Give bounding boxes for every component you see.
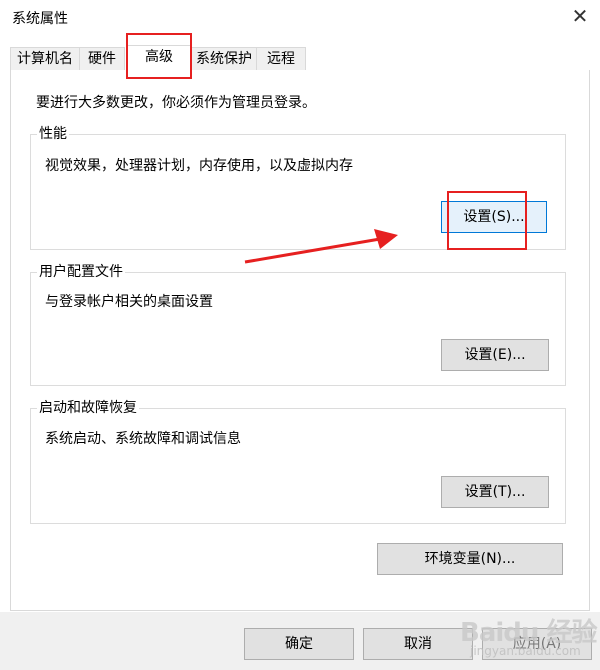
- tab-hardware[interactable]: 硬件: [79, 47, 125, 70]
- performance-settings-button[interactable]: 设置(S)...: [441, 201, 547, 233]
- ok-button[interactable]: 确定: [244, 628, 354, 660]
- window-title: 系统属性: [12, 11, 68, 27]
- dialog-footer: 确定 取消 应用(A): [0, 612, 600, 670]
- startup-recovery-settings-button[interactable]: 设置(T)...: [441, 476, 549, 508]
- startup-recovery-label: 启动和故障恢复: [37, 400, 139, 416]
- startup-recovery-description: 系统启动、系统故障和调试信息: [45, 431, 241, 447]
- tab-advanced[interactable]: 高级: [126, 45, 192, 72]
- tab-computer-name[interactable]: 计算机名: [10, 47, 80, 70]
- performance-description: 视觉效果，处理器计划，内存使用，以及虚拟内存: [45, 158, 353, 174]
- tab-strip: 计算机名 硬件 高级 系统保护 远程: [10, 45, 590, 72]
- user-profiles-description: 与登录帐户相关的桌面设置: [45, 294, 213, 310]
- tab-remote[interactable]: 远程: [256, 47, 306, 70]
- cancel-button[interactable]: 取消: [363, 628, 473, 660]
- apply-button[interactable]: 应用(A): [482, 628, 592, 660]
- user-profiles-label: 用户配置文件: [37, 264, 125, 280]
- environment-variables-button[interactable]: 环境变量(N)...: [377, 543, 563, 575]
- admin-note: 要进行大多数更改，你必须作为管理员登录。: [36, 95, 316, 111]
- close-icon[interactable]: ✕: [568, 6, 592, 28]
- performance-label: 性能: [37, 126, 69, 142]
- tab-system-protection[interactable]: 系统保护: [191, 47, 257, 70]
- user-profiles-settings-button[interactable]: 设置(E)...: [441, 339, 549, 371]
- title-bar: 系统属性 ✕: [0, 0, 600, 34]
